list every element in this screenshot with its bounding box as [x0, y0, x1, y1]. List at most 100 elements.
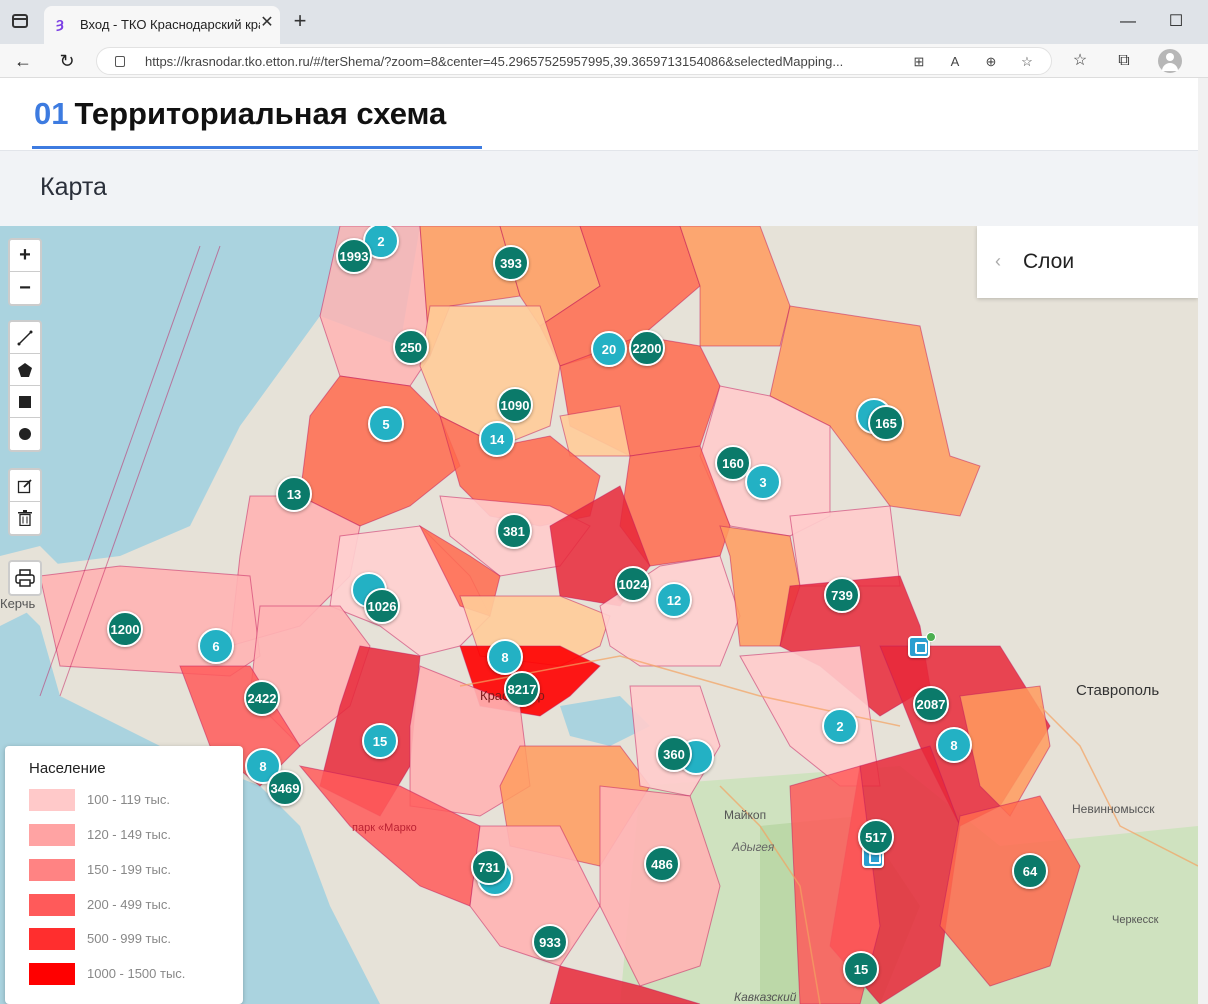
legend-swatch	[29, 928, 75, 950]
draw-polygon-button[interactable]	[10, 354, 40, 386]
apps-icon[interactable]: ⊞	[909, 53, 929, 71]
edit-layers-button[interactable]	[10, 470, 40, 502]
label-park: парк «Марко	[352, 822, 417, 834]
zoom-in-button[interactable]: +	[10, 240, 40, 272]
cluster-marker[interactable]: 165	[868, 405, 904, 441]
population-legend: Население 100 - 119 тыс. 120 - 149 тыс. …	[5, 746, 243, 1004]
cluster-marker[interactable]: 20	[591, 331, 627, 367]
cluster-marker[interactable]: 3	[745, 464, 781, 500]
cluster-marker[interactable]: 12	[656, 582, 692, 618]
label-adygea: Адыгея	[732, 840, 775, 854]
collections-icon[interactable]: ⧉	[1112, 49, 1136, 73]
cluster-marker[interactable]: 2422	[244, 680, 280, 716]
draw-line-button[interactable]	[10, 322, 40, 354]
cluster-marker[interactable]: 381	[496, 513, 532, 549]
tab-title: Вход - ТКО Краснодарский кра	[80, 17, 260, 32]
legend-label: 1000 - 1500 тыс.	[87, 966, 186, 981]
delete-layers-button[interactable]	[10, 502, 40, 534]
layers-panel-toggle[interactable]: ‹ Слои	[977, 226, 1198, 298]
trash-icon	[18, 510, 32, 526]
address-bar: ← ↻ https://krasnodar.tko.etton.ru/#/ter…	[0, 44, 1208, 78]
maximize-icon[interactable]: ☐	[1164, 10, 1188, 34]
label-maykop: Майкоп	[724, 808, 767, 822]
cluster-marker[interactable]: 2087	[913, 686, 949, 722]
draw-circle-button[interactable]	[10, 418, 40, 450]
back-arrow-icon[interactable]: ←	[10, 49, 36, 73]
legend-item: 500 - 999 тыс.	[29, 928, 229, 950]
cluster-marker[interactable]: 933	[532, 924, 568, 960]
legend-item: 100 - 119 тыс.	[29, 789, 229, 811]
legend-label: 100 - 119 тыс.	[87, 792, 170, 807]
page-title: 01 Территориальная схема	[34, 96, 446, 132]
legend-item: 200 - 499 тыс.	[29, 894, 229, 916]
tab-close-icon[interactable]: ✕	[258, 14, 276, 32]
page-scrollbar[interactable]	[1198, 78, 1208, 1004]
cluster-marker[interactable]: 15	[843, 951, 879, 987]
label-kavkazskiy: Кавказский	[734, 990, 797, 1004]
minimize-icon[interactable]: —	[1116, 10, 1140, 34]
new-tab-button[interactable]: +	[288, 10, 312, 34]
cluster-marker[interactable]: 13	[276, 476, 312, 512]
favorites-icon[interactable]: ☆	[1068, 49, 1092, 73]
label-cherkessk: Черкесск	[1112, 914, 1159, 926]
zoom-icon[interactable]: ⊕	[981, 53, 1001, 71]
edit-icon	[17, 478, 32, 493]
cluster-marker[interactable]: 1024	[615, 566, 651, 602]
cluster-marker[interactable]: 15	[362, 723, 398, 759]
legend-swatch	[29, 859, 75, 881]
zoom-control: + −	[8, 238, 42, 306]
legend-label: 500 - 999 тыс.	[87, 931, 171, 946]
label-nevinnomyssk: Невинномысск	[1072, 802, 1155, 816]
cluster-marker[interactable]: 2	[822, 708, 858, 744]
cluster-marker[interactable]: 731	[471, 849, 507, 885]
cluster-marker[interactable]: 5	[368, 406, 404, 442]
cluster-marker[interactable]: 8217	[504, 671, 540, 707]
cluster-marker[interactable]: 3469	[267, 770, 303, 806]
url-text: https://krasnodar.tko.etton.ru/#/terShem…	[145, 54, 844, 69]
cluster-marker[interactable]: 486	[644, 846, 680, 882]
legend-item: 150 - 199 тыс.	[29, 859, 229, 881]
chevron-left-icon: ‹	[995, 251, 1001, 271]
cluster-marker[interactable]: 14	[479, 421, 515, 457]
cluster-marker[interactable]: 393	[493, 245, 529, 281]
cluster-marker[interactable]: 64	[1012, 853, 1048, 889]
cluster-marker[interactable]: 6	[198, 628, 234, 664]
cluster-marker[interactable]: 360	[656, 736, 692, 772]
cluster-marker[interactable]: 1200	[107, 611, 143, 647]
cluster-marker[interactable]: 517	[858, 819, 894, 855]
cluster-marker[interactable]: 8	[936, 727, 972, 763]
zoom-out-button[interactable]: −	[10, 272, 40, 304]
cluster-marker[interactable]: 2200	[629, 330, 665, 366]
draw-toolbar	[8, 320, 42, 452]
cluster-marker[interactable]: 739	[824, 577, 860, 613]
profile-avatar[interactable]	[1158, 49, 1182, 73]
page-header: 01 Территориальная схема	[0, 78, 1198, 150]
print-control	[8, 560, 42, 596]
cluster-marker[interactable]: 1993	[336, 238, 372, 274]
draw-rectangle-button[interactable]	[10, 386, 40, 418]
label-kerch: Керчь	[0, 596, 36, 611]
label-stavropol: Ставрополь	[1076, 682, 1160, 699]
cluster-marker[interactable]: 1026	[364, 588, 400, 624]
legend-label: 150 - 199 тыс.	[87, 862, 171, 877]
map-view[interactable]: Керчь Ставрополь Невинномысск Майкоп Ады…	[0, 226, 1198, 1004]
legend-title: Население	[29, 760, 106, 777]
map-section-title: Карта	[40, 173, 107, 201]
legend-item: 120 - 149 тыс.	[29, 824, 229, 846]
cluster-marker[interactable]: 8	[487, 639, 523, 675]
print-button[interactable]	[10, 562, 40, 594]
section-number: 01	[34, 96, 69, 131]
legend-label: 200 - 499 тыс.	[87, 897, 171, 912]
cluster-marker[interactable]: 1090	[497, 387, 533, 423]
add-favorite-icon[interactable]: ☆	[1017, 53, 1037, 71]
subheader: Карта	[0, 150, 1198, 226]
cluster-marker[interactable]: 250	[393, 329, 429, 365]
url-field[interactable]: https://krasnodar.tko.etton.ru/#/terShem…	[96, 47, 1052, 75]
legend-swatch	[29, 963, 75, 985]
read-aloud-icon[interactable]: A	[945, 53, 965, 71]
reload-icon[interactable]: ↻	[54, 49, 80, 73]
window-menu-icon[interactable]	[12, 14, 28, 28]
rectangle-icon	[19, 395, 31, 408]
site-favicon-icon: ȝ	[56, 15, 64, 32]
browser-tab[interactable]: ȝ Вход - ТКО Краснодарский кра ✕	[44, 6, 280, 44]
